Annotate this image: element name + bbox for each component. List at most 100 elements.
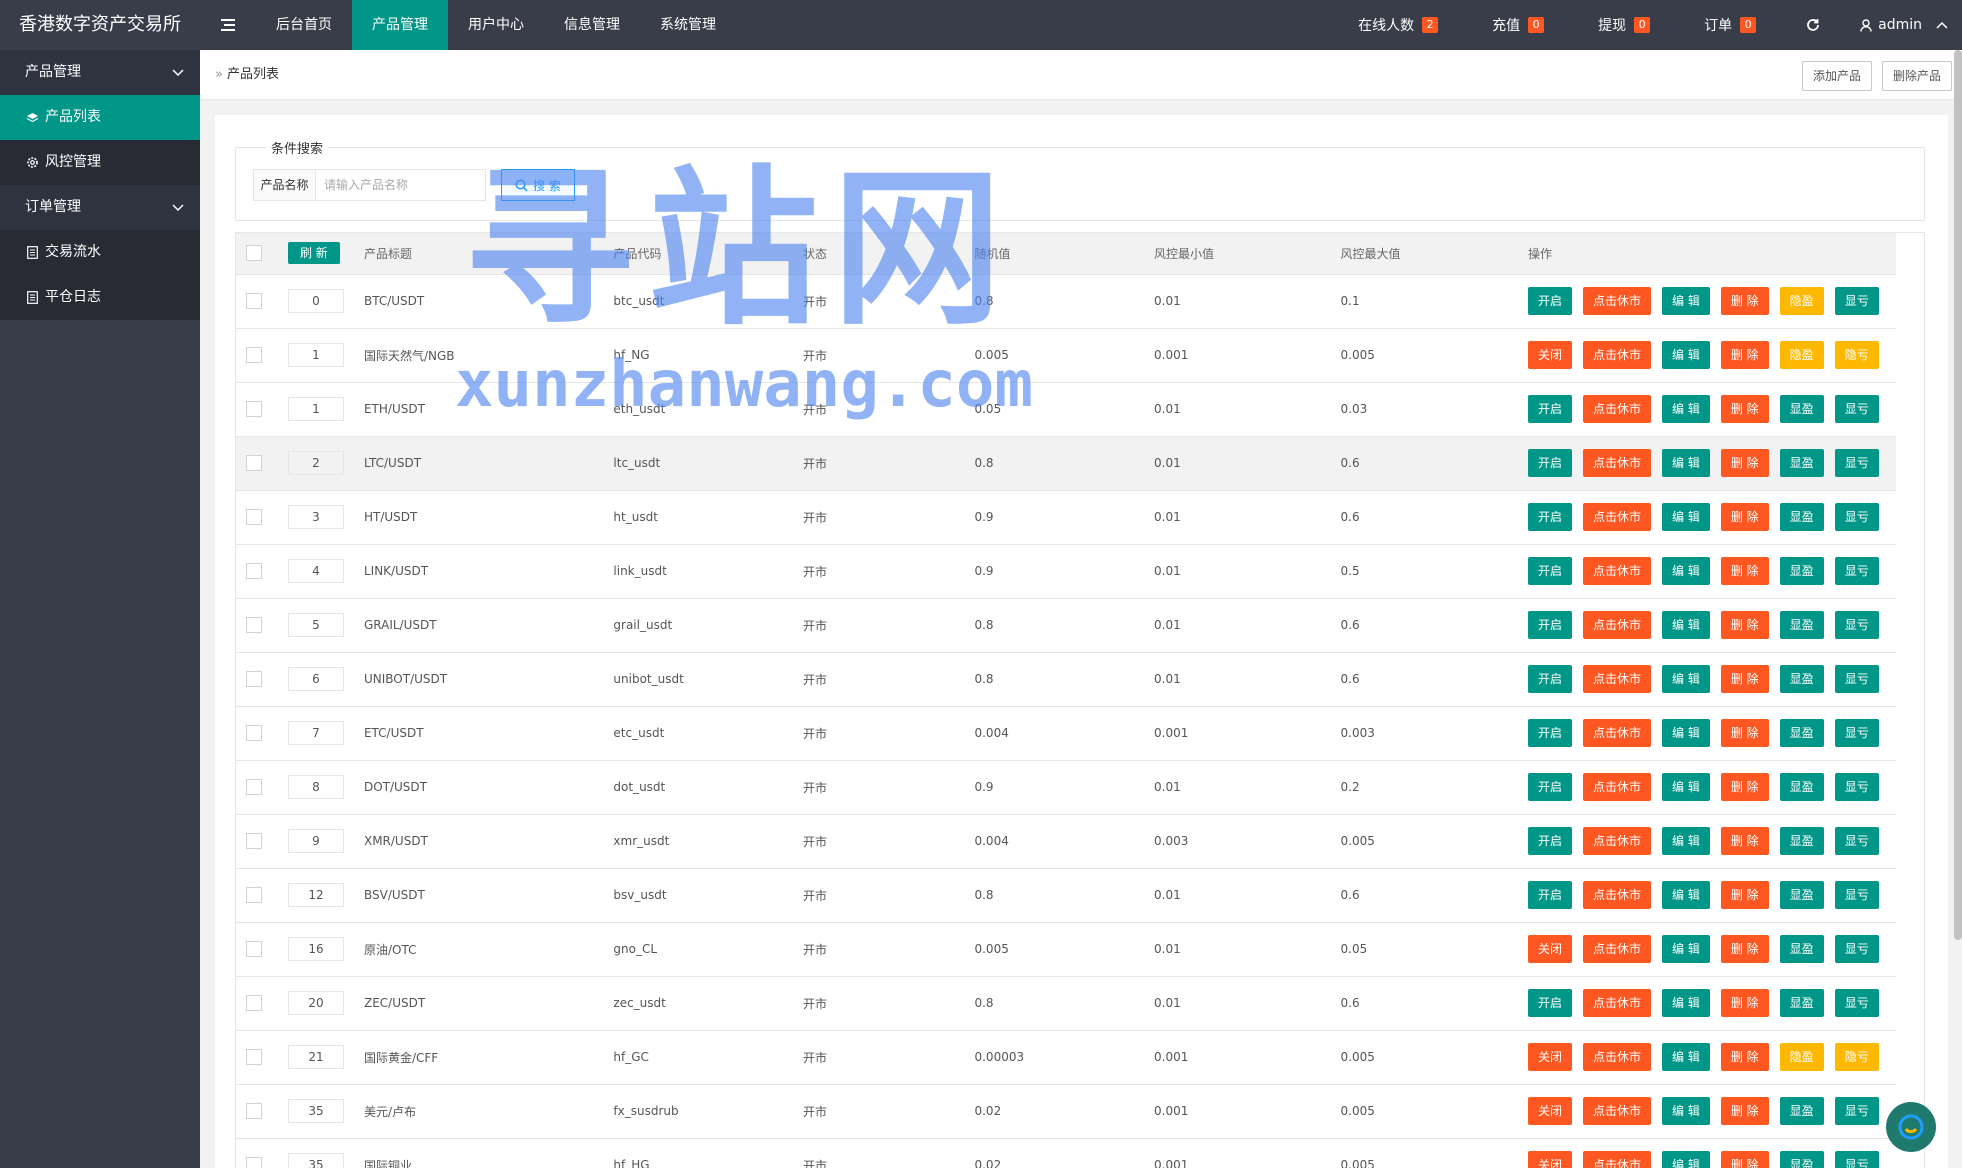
row-checkbox[interactable] (246, 1103, 262, 1119)
profit-visibility-button[interactable]: 显盈 (1779, 1097, 1824, 1125)
delete-button[interactable]: 删 除 (1720, 503, 1769, 531)
sort-input[interactable]: 5 (287, 613, 344, 637)
sidebar-group-products[interactable]: 产品管理 (0, 50, 200, 95)
row-checkbox[interactable] (246, 941, 262, 957)
sort-input[interactable]: 7 (287, 721, 344, 745)
row-checkbox[interactable] (246, 293, 262, 309)
user-menu[interactable]: admin (1820, 0, 1962, 50)
delete-button[interactable]: 删 除 (1720, 881, 1769, 909)
delete-button[interactable]: 删 除 (1720, 1151, 1769, 1168)
loss-visibility-button[interactable]: 显亏 (1834, 773, 1879, 801)
edit-button[interactable]: 编 辑 (1662, 557, 1710, 585)
sidebar-group-orders[interactable]: 订单管理 (0, 185, 200, 230)
row-checkbox[interactable] (246, 1157, 262, 1168)
sort-input[interactable]: 20 (287, 991, 344, 1015)
page-scrollbar[interactable] (1954, 50, 1962, 940)
sort-input[interactable]: 1 (287, 397, 344, 421)
edit-button[interactable]: 编 辑 (1662, 935, 1710, 963)
sort-input[interactable]: 8 (287, 775, 344, 799)
topnav-users[interactable]: 用户中心 (448, 0, 544, 50)
row-checkbox[interactable] (246, 887, 262, 903)
menu-toggle-icon[interactable] (200, 0, 256, 50)
refresh-icon[interactable] (1756, 0, 1820, 50)
market-close-button[interactable]: 点击休市 (1583, 395, 1652, 423)
toggle-open-button[interactable]: 开启 (1527, 395, 1572, 423)
delete-button[interactable]: 删 除 (1720, 341, 1769, 369)
market-close-button[interactable]: 点击休市 (1583, 557, 1652, 585)
loss-visibility-button[interactable]: 显亏 (1834, 395, 1879, 423)
market-close-button[interactable]: 点击休市 (1583, 827, 1652, 855)
market-close-button[interactable]: 点击休市 (1583, 611, 1652, 639)
select-all-checkbox[interactable] (246, 245, 262, 262)
profit-visibility-button[interactable]: 显盈 (1779, 881, 1824, 909)
loss-visibility-button[interactable]: 显亏 (1834, 665, 1879, 693)
sidebar-item-risk[interactable]: 风控管理 (0, 140, 200, 185)
sort-input[interactable]: 12 (287, 883, 344, 907)
floating-chat-icon[interactable] (1886, 1102, 1936, 1152)
edit-button[interactable]: 编 辑 (1662, 287, 1710, 315)
market-close-button[interactable]: 点击休市 (1583, 341, 1652, 369)
profit-visibility-button[interactable]: 显盈 (1779, 665, 1824, 693)
profit-visibility-button[interactable]: 显盈 (1779, 1151, 1824, 1168)
topnav-info[interactable]: 信息管理 (544, 0, 640, 50)
sort-input[interactable]: 4 (287, 559, 344, 583)
online-count[interactable]: 在线人数 2 (1304, 0, 1439, 50)
sort-input[interactable]: 2 (287, 451, 344, 475)
toggle-open-button[interactable]: 开启 (1527, 503, 1572, 531)
toggle-open-button[interactable]: 开启 (1527, 287, 1572, 315)
toggle-open-button[interactable]: 关闭 (1527, 341, 1572, 369)
sort-input[interactable]: 0 (287, 289, 344, 313)
delete-button[interactable]: 删 除 (1720, 1097, 1769, 1125)
loss-visibility-button[interactable]: 显亏 (1834, 557, 1879, 585)
market-close-button[interactable]: 点击休市 (1583, 1043, 1652, 1071)
delete-button[interactable]: 删 除 (1720, 1043, 1769, 1071)
loss-visibility-button[interactable]: 显亏 (1834, 611, 1879, 639)
loss-visibility-button[interactable]: 隐亏 (1834, 341, 1879, 369)
loss-visibility-button[interactable]: 隐亏 (1834, 1043, 1879, 1071)
loss-visibility-button[interactable]: 显亏 (1834, 989, 1879, 1017)
market-close-button[interactable]: 点击休市 (1583, 1097, 1652, 1125)
loss-visibility-button[interactable]: 显亏 (1834, 827, 1879, 855)
edit-button[interactable]: 编 辑 (1662, 665, 1710, 693)
loss-visibility-button[interactable]: 显亏 (1834, 719, 1879, 747)
market-close-button[interactable]: 点击休市 (1583, 935, 1652, 963)
edit-button[interactable]: 编 辑 (1662, 611, 1710, 639)
add-product-button[interactable]: 添加产品 (1801, 61, 1872, 91)
toggle-open-button[interactable]: 关闭 (1527, 1043, 1572, 1071)
sort-input[interactable]: 16 (287, 937, 344, 961)
delete-button[interactable]: 删 除 (1720, 449, 1769, 477)
row-checkbox[interactable] (246, 401, 262, 417)
profit-visibility-button[interactable]: 显盈 (1779, 449, 1824, 477)
loss-visibility-button[interactable]: 显亏 (1834, 1151, 1879, 1168)
delete-products-button[interactable]: 删除产品 (1881, 61, 1952, 91)
sort-input[interactable]: 9 (287, 829, 344, 853)
row-checkbox[interactable] (246, 671, 262, 687)
edit-button[interactable]: 编 辑 (1662, 719, 1710, 747)
toggle-open-button[interactable]: 开启 (1527, 557, 1572, 585)
orders-link[interactable]: 订单 0 (1650, 0, 1757, 50)
withdraw-link[interactable]: 提现 0 (1544, 0, 1651, 50)
loss-visibility-button[interactable]: 显亏 (1834, 935, 1879, 963)
toggle-open-button[interactable]: 开启 (1527, 989, 1572, 1017)
market-close-button[interactable]: 点击休市 (1583, 665, 1652, 693)
delete-button[interactable]: 删 除 (1720, 719, 1769, 747)
loss-visibility-button[interactable]: 显亏 (1834, 287, 1879, 315)
sort-input[interactable]: 35 (287, 1153, 344, 1168)
recharge-link[interactable]: 充值 0 (1438, 0, 1545, 50)
delete-button[interactable]: 删 除 (1720, 611, 1769, 639)
loss-visibility-button[interactable]: 显亏 (1834, 881, 1879, 909)
edit-button[interactable]: 编 辑 (1662, 341, 1710, 369)
toggle-open-button[interactable]: 开启 (1527, 881, 1572, 909)
market-close-button[interactable]: 点击休市 (1583, 881, 1652, 909)
loss-visibility-button[interactable]: 显亏 (1834, 503, 1879, 531)
profit-visibility-button[interactable]: 显盈 (1779, 719, 1824, 747)
delete-button[interactable]: 删 除 (1720, 287, 1769, 315)
profit-visibility-button[interactable]: 隐盈 (1779, 1043, 1824, 1071)
delete-button[interactable]: 删 除 (1720, 827, 1769, 855)
profit-visibility-button[interactable]: 显盈 (1779, 773, 1824, 801)
edit-button[interactable]: 编 辑 (1662, 395, 1710, 423)
row-checkbox[interactable] (246, 725, 262, 741)
delete-button[interactable]: 删 除 (1720, 395, 1769, 423)
row-checkbox[interactable] (246, 617, 262, 633)
edit-button[interactable]: 编 辑 (1662, 881, 1710, 909)
